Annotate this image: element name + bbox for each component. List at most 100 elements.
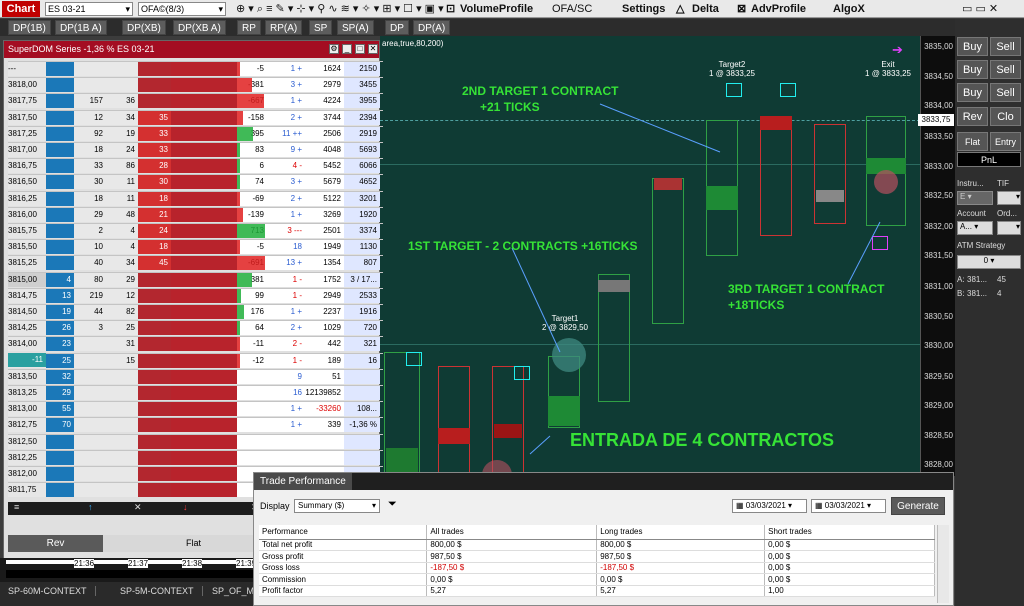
chart-window-tab[interactable]: Chart <box>2 1 40 17</box>
bid-cell[interactable] <box>46 483 74 498</box>
ask-cell[interactable] <box>138 402 171 417</box>
bid-cell[interactable] <box>46 434 74 449</box>
ask-cell[interactable] <box>203 240 237 255</box>
bid-cell[interactable] <box>46 191 74 206</box>
buy-button[interactable]: Buy <box>957 37 988 56</box>
ask-cell[interactable]: 21 <box>138 207 171 222</box>
bid-volume-cell[interactable]: 30 <box>74 175 106 190</box>
dom-row[interactable]: 3812,50 <box>8 433 383 449</box>
ask-cell[interactable] <box>138 272 171 287</box>
template-selector[interactable]: OFA©(8/3) ▾ <box>138 2 226 16</box>
ask-cell[interactable] <box>203 305 237 319</box>
maximize-icon[interactable]: □ <box>355 44 365 54</box>
ask-cell[interactable] <box>138 483 171 498</box>
bid-volume-cell[interactable]: 10 <box>74 240 106 255</box>
ask-cell[interactable] <box>203 94 237 109</box>
date-to-field[interactable]: ▦ 03/03/2021 ▾ <box>811 499 886 513</box>
price-cell[interactable]: 3816,75 <box>8 159 46 174</box>
buy-button[interactable]: Buy <box>957 83 988 102</box>
ask-cell[interactable] <box>138 288 171 303</box>
sell-button[interactable]: Sell <box>990 83 1021 102</box>
ask-cell[interactable] <box>138 418 171 433</box>
volume-cell[interactable]: 25 <box>106 321 138 336</box>
ask-cell[interactable] <box>203 434 237 449</box>
tab-dp-1b[interactable]: DP(1B) <box>8 20 51 35</box>
ask-cell[interactable] <box>203 288 237 303</box>
flat-button[interactable]: Flat <box>957 132 988 151</box>
cancel-icon[interactable]: ✕ <box>134 502 142 513</box>
generate-button[interactable]: Generate <box>891 497 945 515</box>
volume-cell[interactable]: 29 <box>106 272 138 287</box>
account-dropdown[interactable]: A... ▾ <box>957 221 993 235</box>
price-cell[interactable]: 3815,00 <box>8 272 46 287</box>
price-cell[interactable]: 3814,00 <box>8 337 46 352</box>
bid-volume-cell[interactable] <box>74 483 106 498</box>
bid-cell[interactable] <box>46 94 74 109</box>
ask-cell[interactable] <box>171 353 203 368</box>
bid-cell[interactable] <box>46 450 74 465</box>
dom-row[interactable]: 3817,00 18 24 33 83 9 +4048 5693 <box>8 142 383 157</box>
bid-cell[interactable] <box>46 224 74 238</box>
price-cell[interactable]: 3817,25 <box>8 126 46 141</box>
bid-volume-cell[interactable] <box>74 402 106 417</box>
ask-cell[interactable] <box>203 353 237 368</box>
bid-volume-cell[interactable]: 3 <box>74 321 106 336</box>
tab-dp-xb-a[interactable]: DP(XB A) <box>173 20 226 35</box>
advprofile-button[interactable]: AdvProfile <box>751 1 806 17</box>
ask-cell[interactable] <box>203 386 237 400</box>
price-cell[interactable]: 3817,50 <box>8 110 46 125</box>
tab-sp[interactable]: SP <box>309 20 333 35</box>
dom-row[interactable]: 3813,50 32 9 51 <box>8 368 383 384</box>
dom-row[interactable]: 3813,25 29 16 12139852 <box>8 385 383 400</box>
bid-volume-cell[interactable] <box>74 62 106 76</box>
table-scrollbar[interactable] <box>937 525 949 603</box>
ask-cell[interactable] <box>171 175 203 190</box>
price-cell[interactable]: 3818,00 <box>8 78 46 93</box>
bid-cell[interactable]: 13 <box>46 288 74 303</box>
bid-cell[interactable]: 23 <box>46 337 74 352</box>
tab-rp-a[interactable]: RP(A) <box>265 20 303 35</box>
instrument-selector[interactable]: ES 03-21 ▾ <box>45 2 133 16</box>
price-cell[interactable]: 3813,50 <box>8 369 46 384</box>
tab-sp-of-m[interactable]: SP_OF_M <box>212 586 254 596</box>
ask-cell[interactable] <box>171 62 203 76</box>
minimize-icon[interactable]: _ <box>342 44 352 54</box>
menu-icon[interactable]: ≡ <box>14 502 19 512</box>
volume-cell[interactable]: 34 <box>106 256 138 271</box>
volume-cell[interactable] <box>106 450 138 465</box>
volume-cell[interactable] <box>106 62 138 76</box>
ask-cell[interactable]: 24 <box>138 224 171 238</box>
ask-cell[interactable] <box>171 450 203 465</box>
ask-cell[interactable]: 33 <box>138 126 171 141</box>
tab-dp-a[interactable]: DP(A) <box>413 20 451 35</box>
ask-cell[interactable] <box>171 159 203 174</box>
ask-cell[interactable] <box>171 434 203 449</box>
dom-row[interactable]: 3814,25 26 3 25 64 2 +1029 720 <box>8 320 383 336</box>
ask-cell[interactable] <box>171 126 203 141</box>
display-dropdown[interactable]: Summary ($) ▾ <box>294 499 380 513</box>
dom-row[interactable]: 3816,00 29 48 21 -139 1 +3269 1920 <box>8 206 383 222</box>
ask-cell[interactable] <box>203 159 237 174</box>
bid-cell[interactable]: 19 <box>46 305 74 319</box>
ask-cell[interactable] <box>171 224 203 238</box>
tab-dp-xb[interactable]: DP(XB) <box>122 20 166 35</box>
bid-volume-cell[interactable]: 18 <box>74 191 106 206</box>
dom-row[interactable]: 3816,75 33 86 28 6 4 -5452 6066 <box>8 158 383 174</box>
bid-volume-cell[interactable] <box>74 337 106 352</box>
close-button[interactable]: Clo <box>990 107 1021 126</box>
volume-cell[interactable]: 24 <box>106 143 138 157</box>
dom-row[interactable]: 3816,50 30 11 30 74 3 +5679 4652 <box>8 174 383 190</box>
ask-cell[interactable] <box>138 337 171 352</box>
volume-cell[interactable]: 11 <box>106 175 138 190</box>
price-cell[interactable]: 3815,75 <box>8 224 46 238</box>
dom-row[interactable]: 3814,00 23 31 -11 2 -442 321 <box>8 336 383 352</box>
dom-row[interactable]: --- -5 1 +1624 2150 <box>8 61 383 76</box>
ask-cell[interactable] <box>171 386 203 400</box>
bid-cell[interactable] <box>46 207 74 222</box>
bid-cell[interactable]: 29 <box>46 386 74 400</box>
delta-button[interactable]: Delta <box>692 1 719 17</box>
ask-cell[interactable] <box>203 369 237 384</box>
ask-cell[interactable] <box>203 126 237 141</box>
ask-cell[interactable] <box>203 321 237 336</box>
dom-row[interactable]: 3812,75 70 1 +339 -1,36 % <box>8 417 383 433</box>
